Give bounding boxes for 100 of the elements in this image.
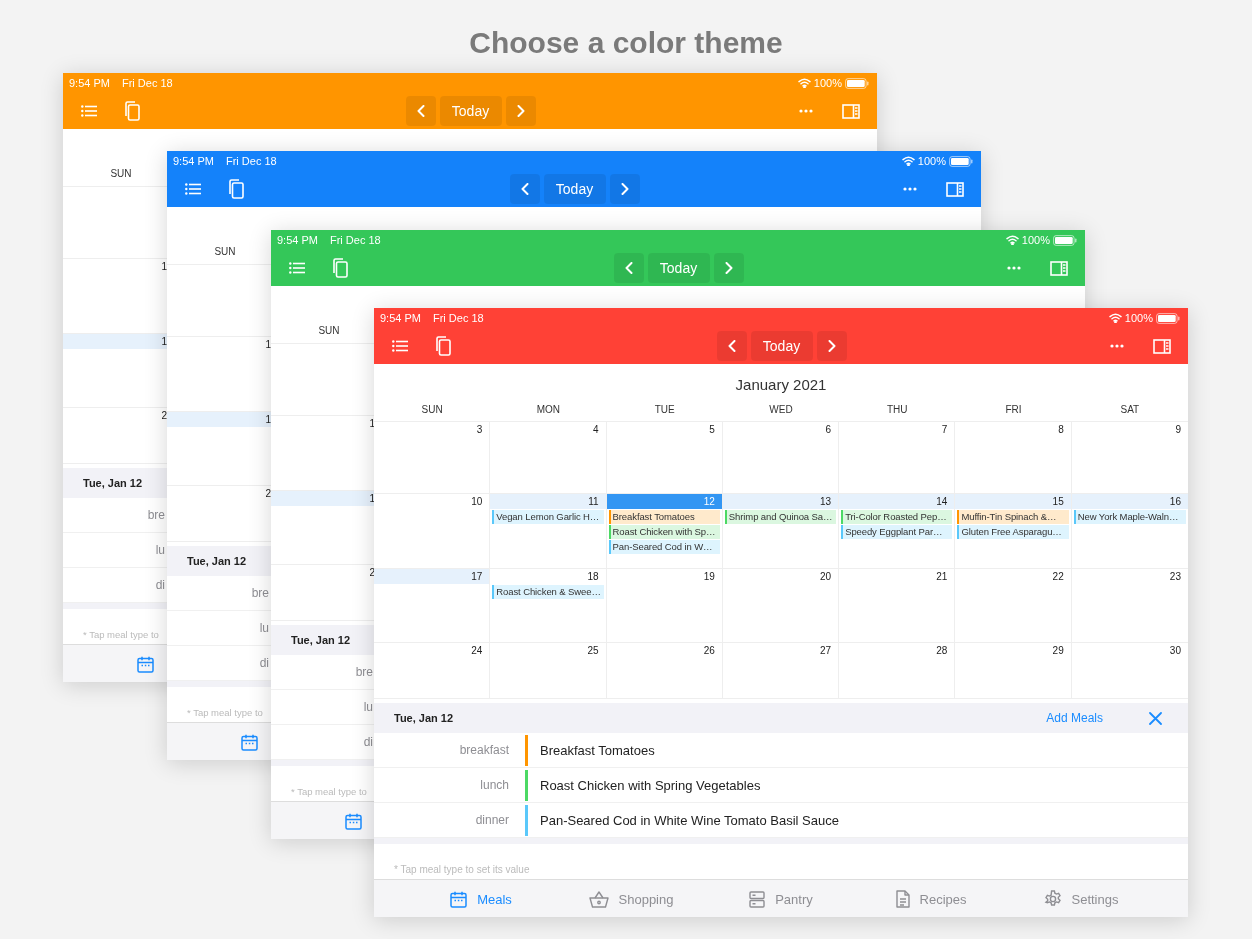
today-button[interactable]: Today	[543, 174, 606, 204]
battery-icon	[949, 155, 973, 167]
day-number[interactable]: 29	[955, 643, 1071, 658]
close-icon[interactable]	[1149, 711, 1162, 725]
chevron-right-icon	[724, 262, 733, 274]
day-number[interactable]: 6	[722, 422, 839, 437]
day-number[interactable]: 5	[606, 422, 722, 437]
meal-name[interactable]: Pan-Seared Cod in White Wine Tomato Basil Sauce	[540, 812, 839, 828]
sidebar-icon[interactable]	[946, 181, 964, 197]
meal-entry[interactable]: Roast Chicken & Swee…	[492, 585, 604, 599]
hint-text: * Tap meal type to	[187, 707, 263, 718]
day-number[interactable]: 4	[490, 422, 606, 437]
tab-item[interactable]	[241, 733, 258, 751]
meal-entry[interactable]: Tri-Color Roasted Pep…	[841, 510, 953, 524]
meal-entry[interactable]: Shrimp and Quinoa Sa…	[724, 510, 837, 524]
day-number[interactable]: 8	[955, 422, 1071, 437]
day-number[interactable]: 22	[955, 569, 1071, 584]
day-number[interactable]: 11	[490, 494, 606, 509]
list-icon[interactable]	[81, 105, 97, 117]
day-number[interactable]: 25	[490, 643, 606, 658]
next-button[interactable]	[816, 331, 847, 361]
weekday-label: SUN	[110, 168, 132, 179]
day-number[interactable]: 1	[167, 337, 271, 352]
copy-icon[interactable]	[331, 258, 348, 278]
month-title: January 2021	[735, 376, 827, 393]
meal-name[interactable]: Roast Chicken with Spring Vegetables	[540, 777, 761, 793]
day-number[interactable]: 18	[490, 569, 606, 584]
list-icon[interactable]	[392, 340, 408, 352]
basket-icon	[588, 890, 609, 908]
day-number[interactable]: 17	[374, 569, 490, 584]
sidebar-icon[interactable]	[842, 103, 860, 119]
meal-entry[interactable]: Muffin-Tin Spinach &…	[957, 510, 1069, 524]
meal-entry[interactable]: Vegan Lemon Garlic H…	[492, 510, 604, 524]
sidebar-icon[interactable]	[1050, 260, 1068, 276]
day-number[interactable]: 26	[606, 643, 722, 658]
meal-entry[interactable]: Speedy Eggplant Par…	[841, 525, 953, 539]
day-number[interactable]: 14	[839, 494, 955, 509]
more-icon[interactable]	[903, 187, 917, 191]
day-number[interactable]: 30	[1071, 643, 1188, 658]
more-icon[interactable]	[799, 109, 813, 113]
panel-date: Tue, Jan 12	[187, 555, 247, 567]
meal-entry[interactable]: New York Maple-Waln…	[1073, 510, 1186, 524]
weekday-label: MON	[536, 403, 561, 415]
meal-entry[interactable]: Gluten Free Asparagu…	[957, 525, 1069, 539]
meal-name[interactable]: Breakfast Tomatoes	[540, 742, 655, 758]
list-icon[interactable]	[289, 262, 305, 274]
chevron-right-icon	[516, 105, 525, 117]
day-number[interactable]: 23	[1071, 569, 1188, 584]
day-number[interactable]: 24	[374, 643, 490, 658]
tab-item[interactable]	[137, 655, 154, 673]
weekday-label: TUE	[654, 403, 675, 415]
day-number[interactable]: 1	[63, 259, 167, 274]
day-number[interactable]: 10	[374, 494, 490, 509]
battery-level: 100%	[917, 155, 946, 167]
day-number[interactable]: 16	[1071, 494, 1188, 509]
day-number[interactable]: 2	[63, 408, 167, 423]
next-button[interactable]	[505, 96, 536, 126]
wifi-icon	[1108, 313, 1122, 323]
day-number[interactable]: 19	[606, 569, 722, 584]
list-icon[interactable]	[185, 183, 201, 195]
day-number[interactable]: 15	[955, 494, 1071, 509]
battery-level: 100%	[1124, 312, 1153, 324]
previous-button[interactable]	[716, 331, 747, 361]
day-number[interactable]: 20	[722, 569, 839, 584]
copy-icon[interactable]	[123, 101, 140, 121]
weekday-label: SUN	[421, 403, 443, 415]
today-button[interactable]: Today	[750, 331, 813, 361]
meal-entry[interactable]: Roast Chicken with Sp…	[608, 525, 720, 539]
day-number[interactable]: 13	[722, 494, 839, 509]
day-number[interactable]: 3	[374, 422, 490, 437]
more-icon[interactable]	[1007, 266, 1021, 270]
day-number[interactable]: 2	[167, 486, 271, 501]
more-icon[interactable]	[1110, 344, 1124, 348]
day-number[interactable]: 1	[271, 491, 375, 506]
day-number[interactable]: 27	[722, 643, 839, 658]
day-number[interactable]: 28	[839, 643, 955, 658]
panel-date: Tue, Jan 12	[394, 712, 454, 724]
day-number[interactable]: 7	[839, 422, 955, 437]
copy-icon[interactable]	[434, 336, 451, 356]
previous-button[interactable]	[613, 253, 644, 283]
day-number[interactable]: 1	[63, 334, 167, 349]
previous-button[interactable]	[405, 96, 436, 126]
meal-entry[interactable]: Breakfast Tomatoes	[608, 510, 720, 524]
calendar-icon	[450, 890, 468, 908]
status-time: 9:54 PM	[380, 312, 421, 324]
next-button[interactable]	[713, 253, 744, 283]
status-date: Fri Dec 18	[329, 234, 381, 246]
day-number[interactable]: 1	[167, 412, 271, 427]
sidebar-icon[interactable]	[1153, 338, 1171, 354]
day-number[interactable]: 1	[271, 416, 375, 431]
tab-item[interactable]	[345, 812, 362, 830]
copy-icon[interactable]	[227, 179, 244, 199]
previous-button[interactable]	[509, 174, 540, 204]
day-number[interactable]: 2	[271, 565, 375, 580]
status-date: Fri Dec 18	[121, 77, 173, 89]
chevron-right-icon	[620, 183, 629, 195]
meal-entry[interactable]: Pan-Seared Cod in W…	[608, 540, 720, 554]
next-button[interactable]	[609, 174, 640, 204]
day-number[interactable]: 9	[1071, 422, 1188, 437]
day-number[interactable]: 21	[839, 569, 955, 584]
